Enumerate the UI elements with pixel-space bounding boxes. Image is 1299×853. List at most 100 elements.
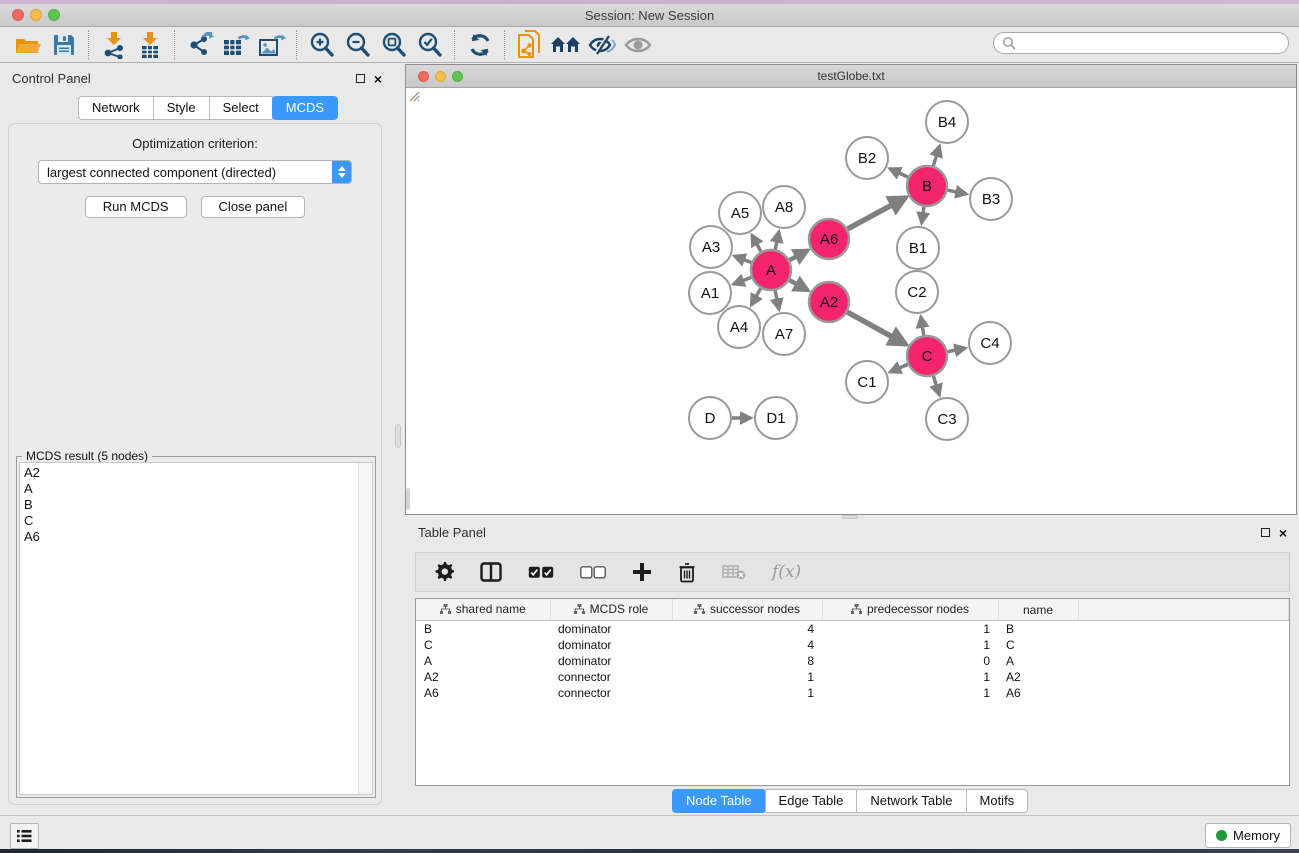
node-B4[interactable]: B4 — [926, 101, 968, 143]
table-cell[interactable] — [1078, 669, 1289, 685]
table-settings-button[interactable] — [434, 562, 454, 582]
edge-A-A5[interactable] — [752, 235, 761, 252]
edge-A6-B[interactable] — [847, 197, 905, 229]
table-cell[interactable]: 1 — [672, 669, 822, 685]
mcds-result-item[interactable]: C — [24, 513, 372, 529]
node-A7[interactable]: A7 — [763, 313, 805, 355]
result-list-scrollbar[interactable] — [358, 463, 372, 794]
edge-A-A1[interactable] — [733, 277, 751, 284]
mcds-result-item[interactable]: B — [24, 497, 372, 513]
node-C[interactable]: C — [907, 336, 947, 376]
deselect-all-button[interactable] — [580, 566, 606, 579]
table-cell[interactable]: connector — [550, 685, 672, 701]
node-C3[interactable]: C3 — [926, 398, 968, 440]
close-panel-button[interactable]: Close panel — [201, 196, 306, 218]
import-table-button[interactable] — [132, 30, 168, 60]
table-cell[interactable]: A2 — [416, 669, 550, 685]
tab-mcds[interactable]: MCDS — [272, 96, 338, 120]
edge-B-B1[interactable] — [922, 207, 924, 223]
table-cell[interactable] — [1078, 653, 1289, 669]
column-header[interactable]: MCDS role — [550, 599, 672, 621]
edge-C-C3[interactable] — [933, 376, 939, 395]
zoom-selected-button[interactable] — [412, 30, 448, 60]
node-C2[interactable]: C2 — [896, 271, 938, 313]
run-mcds-button[interactable]: Run MCDS — [85, 196, 187, 218]
node-C1[interactable]: C1 — [846, 361, 888, 403]
table-cell[interactable]: 1 — [822, 637, 998, 653]
node-C4[interactable]: C4 — [969, 322, 1011, 364]
table-cell[interactable]: A — [416, 653, 550, 669]
node-B[interactable]: B — [907, 166, 947, 206]
node-A6[interactable]: A6 — [809, 219, 849, 259]
network-file-button[interactable] — [512, 30, 548, 60]
edge-A2-C[interactable] — [847, 312, 906, 344]
table-cell[interactable]: 8 — [672, 653, 822, 669]
mcds-result-list[interactable]: A2ABCA6 — [19, 462, 373, 795]
delete-column-button[interactable] — [678, 562, 696, 583]
table-float-panel-icon[interactable] — [1261, 528, 1270, 537]
mcds-result-item[interactable]: A6 — [24, 529, 372, 545]
column-header[interactable]: shared name — [416, 599, 550, 621]
zoom-out-button[interactable] — [340, 30, 376, 60]
edge-C-C4[interactable] — [948, 348, 966, 352]
table-column-view-button[interactable] — [480, 562, 502, 582]
table-cell[interactable]: dominator — [550, 637, 672, 653]
close-panel-icon[interactable]: × — [374, 74, 382, 84]
show-all-button[interactable] — [620, 30, 656, 60]
edge-A-A3[interactable] — [734, 256, 751, 263]
float-panel-icon[interactable] — [356, 74, 365, 83]
search-field[interactable] — [993, 32, 1289, 54]
table-row[interactable]: Adominator80A — [416, 653, 1289, 669]
table-cell[interactable]: dominator — [550, 621, 672, 638]
open-session-button[interactable] — [10, 30, 46, 60]
network-canvas[interactable]: B4B2BB3A5A8A6A3B1AA1C2A2A4A7C4CC1C3DD1 — [406, 88, 1296, 514]
export-image-button[interactable] — [254, 30, 290, 60]
column-header[interactable]: predecessor nodes — [822, 599, 998, 621]
node-D[interactable]: D — [689, 397, 731, 439]
node-A4[interactable]: A4 — [718, 306, 760, 348]
edge-C-C2[interactable] — [921, 317, 924, 336]
tab-network-table[interactable]: Network Table — [856, 789, 966, 813]
export-network-button[interactable] — [182, 30, 218, 60]
table-cell[interactable]: 1 — [822, 685, 998, 701]
zoom-in-button[interactable] — [304, 30, 340, 60]
table-close-panel-icon[interactable]: × — [1279, 528, 1287, 538]
tab-style[interactable]: Style — [153, 96, 210, 120]
edge-B-B3[interactable] — [948, 190, 967, 194]
table-cell[interactable]: 4 — [672, 637, 822, 653]
table-cell[interactable]: B — [998, 621, 1078, 638]
table-cell[interactable]: A2 — [998, 669, 1078, 685]
tab-edge-table[interactable]: Edge Table — [765, 789, 858, 813]
memory-button[interactable]: Memory — [1205, 823, 1291, 848]
tab-network[interactable]: Network — [78, 96, 154, 120]
table-cell[interactable]: C — [998, 637, 1078, 653]
edge-A-A6[interactable] — [790, 250, 808, 260]
table-cell[interactable]: A — [998, 653, 1078, 669]
hide-selected-button[interactable] — [584, 30, 620, 60]
table-row[interactable]: A6connector11A6 — [416, 685, 1289, 701]
function-builder-button[interactable]: f(x) — [772, 562, 801, 582]
mcds-result-item[interactable]: A — [24, 481, 372, 497]
show-panels-button[interactable] — [10, 823, 39, 849]
node-A5[interactable]: A5 — [719, 192, 761, 234]
mcds-result-item[interactable]: A2 — [24, 465, 372, 481]
horizontal-splitter-handle[interactable] — [842, 515, 858, 519]
create-column-button[interactable] — [632, 562, 652, 582]
column-header[interactable] — [1078, 599, 1289, 621]
tab-select[interactable]: Select — [209, 96, 273, 120]
zoom-fit-button[interactable] — [376, 30, 412, 60]
resize-grip-icon[interactable] — [406, 88, 420, 102]
export-table-button[interactable] — [218, 30, 254, 60]
table-cell[interactable]: B — [416, 621, 550, 638]
node-A8[interactable]: A8 — [763, 186, 805, 228]
table-cell[interactable] — [1078, 621, 1289, 638]
table-cell[interactable]: A6 — [416, 685, 550, 701]
table-cell[interactable]: 1 — [822, 621, 998, 638]
node-A2[interactable]: A2 — [809, 282, 849, 322]
edge-C-C1[interactable] — [890, 364, 908, 372]
node-B1[interactable]: B1 — [897, 227, 939, 269]
tab-node-table[interactable]: Node Table — [672, 789, 766, 813]
edge-A-A7[interactable] — [775, 291, 779, 310]
table-cell[interactable] — [1078, 637, 1289, 653]
edge-A-A2[interactable] — [789, 280, 808, 290]
